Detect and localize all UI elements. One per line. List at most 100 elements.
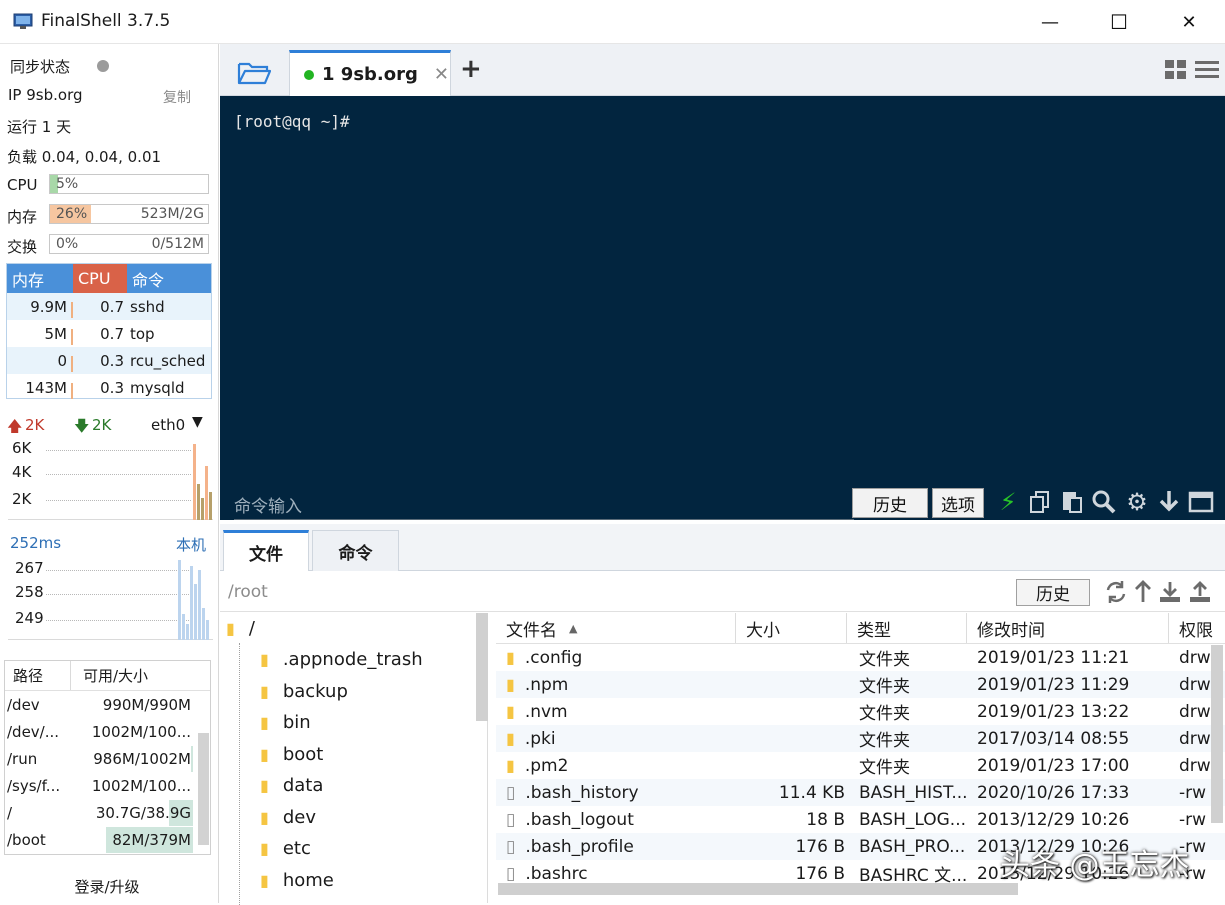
file-type: 文件夹	[859, 731, 910, 751]
tree-scrollbar[interactable]	[476, 613, 488, 721]
process-cpu: 0.7	[100, 297, 124, 316]
disk-row[interactable]: /sys/f... 1002M/100...	[5, 772, 210, 799]
process-command: sshd	[130, 297, 165, 316]
tree-node[interactable]: ▮ etc	[260, 833, 311, 864]
refresh-icon[interactable]	[1104, 580, 1128, 604]
grid-layout-icon[interactable]	[1164, 59, 1188, 81]
disk-scrollbar[interactable]	[198, 733, 209, 845]
file-row[interactable]: ▯ .bash_history 11.4 KB BASH_HIST... 2020…	[496, 779, 1225, 806]
file-modified: 2013/12/29 10:26	[977, 809, 1130, 830]
paste-icon[interactable]	[1058, 488, 1086, 516]
disk-row[interactable]: /run 986M/1002M	[5, 745, 210, 772]
file-row[interactable]: ▮ .pki 文件夹 2017/03/14 08:55 drw	[496, 725, 1225, 752]
tree-node[interactable]: ▮ home	[260, 865, 334, 896]
file-name: .pm2	[524, 755, 569, 776]
file-col-size[interactable]: 大小	[736, 613, 847, 643]
file-name: .npm	[524, 674, 569, 695]
copy-ip-button[interactable]: 复制	[163, 87, 191, 107]
upload-file-icon[interactable]	[1188, 580, 1212, 604]
search-icon[interactable]	[1090, 488, 1118, 516]
file-row[interactable]: ▮ .npm 文件夹 2019/01/23 11:29 drw	[496, 671, 1225, 698]
file-row[interactable]: ▯ .bash_logout 18 B BASH_LOG... 2013/12/2…	[496, 806, 1225, 833]
directory-tree: ▮ / ▮ .appnode_trash ▮ backup ▮ bin ▮ bo…	[222, 613, 488, 905]
disk-path: /run	[7, 749, 38, 768]
disk-row[interactable]: /boot 82M/379M	[5, 826, 210, 853]
path-history-button[interactable]: 历史	[1016, 579, 1090, 606]
tree-node-label: bin	[282, 712, 311, 733]
tree-node[interactable]: ▮ bin	[260, 707, 311, 738]
tab-commands[interactable]: 命令	[312, 530, 399, 571]
process-row[interactable]: 0 0.3 rcu_sched	[7, 347, 211, 374]
folder-icon: ▮	[260, 650, 269, 669]
file-name: .bash_logout	[525, 809, 634, 830]
file-col-name[interactable]: 文件名 ▲	[496, 613, 736, 643]
close-tab-icon[interactable]: ✕	[434, 64, 449, 85]
disk-row[interactable]: /dev 990M/990M	[5, 691, 210, 718]
disk-col-size[interactable]: 可用/大小	[71, 661, 148, 690]
tree-node[interactable]: ▮ dev	[260, 802, 316, 833]
new-tab-button[interactable]: +	[460, 54, 482, 84]
up-directory-icon[interactable]	[1133, 580, 1153, 604]
download-file-icon[interactable]	[1158, 580, 1182, 604]
minimize-button[interactable]: —	[1015, 0, 1085, 44]
process-row[interactable]: 9.9M 0.7 sshd	[7, 293, 211, 320]
file-icon: ▯	[506, 836, 516, 857]
command-options-button[interactable]: 选项	[932, 488, 984, 518]
window-icon[interactable]	[1187, 488, 1215, 516]
app-logo-icon	[13, 13, 33, 29]
open-folder-button[interactable]	[220, 50, 287, 96]
file-list-horizontal-scrollbar[interactable]	[498, 883, 1018, 895]
folder-icon: ▮	[260, 871, 269, 890]
process-cpu: 0.3	[100, 351, 124, 370]
file-name: .bashrc	[525, 863, 588, 884]
disk-row[interactable]: /dev/... 1002M/100...	[5, 718, 210, 745]
menu-icon[interactable]	[1194, 59, 1220, 81]
login-upgrade-link[interactable]: 登录/升级	[0, 876, 214, 897]
tree-node-label: backup	[282, 681, 348, 702]
maximize-button[interactable]: ☐	[1084, 0, 1154, 44]
file-modified: 2019/01/23 17:00	[977, 755, 1130, 776]
process-col-memory[interactable]: 内存	[7, 264, 73, 293]
disk-row[interactable]: / 30.7G/38.9G	[5, 799, 210, 826]
file-type: 文件夹	[859, 704, 910, 724]
copy-icon[interactable]	[1026, 488, 1054, 516]
tree-node-label: boot	[282, 744, 324, 765]
disk-col-path[interactable]: 路径	[5, 661, 71, 690]
close-window-button[interactable]: ✕	[1154, 0, 1224, 44]
file-col-type[interactable]: 类型	[847, 613, 967, 643]
lightning-icon[interactable]: ⚡	[994, 488, 1022, 516]
tree-node[interactable]: ▮ boot	[260, 739, 323, 770]
network-interface-select[interactable]: eth0	[151, 416, 185, 434]
file-list-vertical-scrollbar[interactable]	[1211, 645, 1223, 823]
download-icon[interactable]	[1155, 488, 1183, 516]
current-path-input[interactable]: /root	[228, 582, 268, 602]
file-modified: 2019/01/23 11:21	[977, 647, 1130, 668]
tab-files[interactable]: 文件	[223, 530, 309, 571]
tree-node[interactable]: ▮ backup	[260, 676, 348, 707]
chevron-down-icon[interactable]: ▼	[192, 414, 203, 430]
file-row[interactable]: ▮ .nvm 文件夹 2019/01/23 13:22 drw	[496, 698, 1225, 725]
session-tab-9sb[interactable]: 1 9sb.org ✕	[289, 50, 451, 96]
gear-icon[interactable]: ⚙	[1123, 488, 1151, 516]
process-col-command[interactable]: 命令	[127, 264, 211, 293]
terminal[interactable]: [root@qq ~]# 命令输入 历史 选项 ⚡ ⚙	[220, 96, 1225, 520]
process-col-cpu[interactable]: CPU	[73, 264, 127, 293]
file-row[interactable]: ▮ .config 文件夹 2019/01/23 11:21 drw	[496, 644, 1225, 671]
command-history-button[interactable]: 历史	[852, 488, 928, 518]
disk-size: 82M/379M	[112, 830, 191, 849]
process-row[interactable]: 143M 0.3 mysqld	[7, 374, 211, 401]
session-tab-label: 1 9sb.org	[322, 64, 418, 85]
file-col-modified[interactable]: 修改时间	[967, 613, 1169, 643]
tree-node[interactable]: ▮ data	[260, 770, 323, 801]
file-col-permissions[interactable]: 权限	[1169, 613, 1219, 643]
process-row[interactable]: 5M 0.7 top	[7, 320, 211, 347]
latency-target[interactable]: 本机	[176, 534, 206, 555]
file-row[interactable]: ▮ .pm2 文件夹 2019/01/23 17:00 drw	[496, 752, 1225, 779]
command-input[interactable]: 命令输入	[234, 492, 854, 520]
file-name: .config	[524, 647, 583, 668]
file-size: 176 B	[795, 863, 845, 884]
tree-node[interactable]: ▮ .appnode_trash	[260, 644, 423, 675]
folder-icon: ▮	[506, 702, 515, 721]
file-type: 文件夹	[859, 650, 910, 670]
tree-node-root[interactable]: ▮ /	[226, 613, 255, 644]
